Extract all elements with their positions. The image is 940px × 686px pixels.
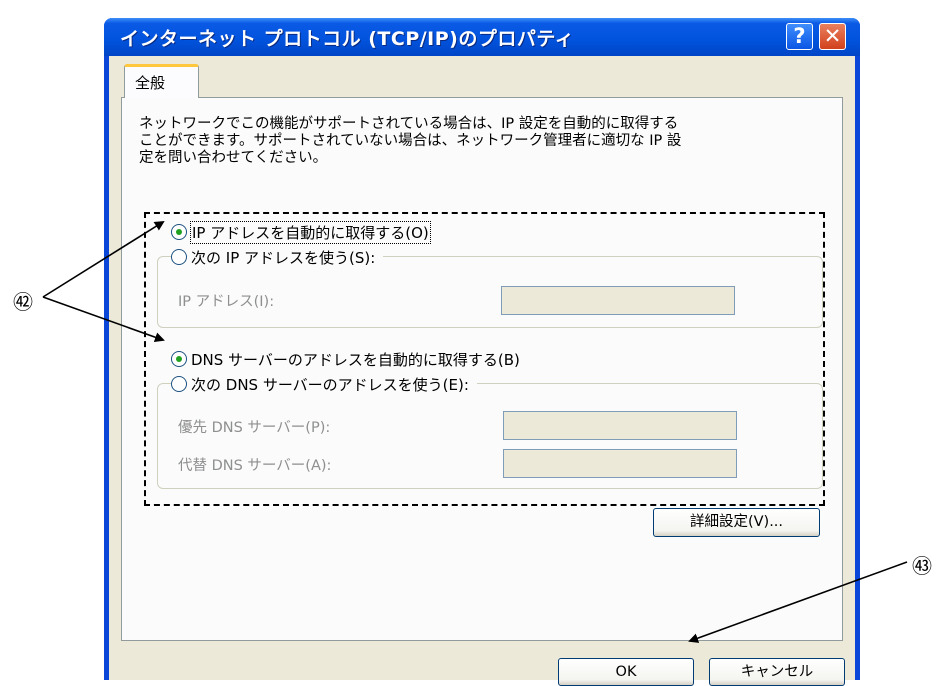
arrow-to-ip-auto <box>42 220 165 298</box>
tab-general[interactable]: 全般 <box>124 64 199 98</box>
arrow-to-dns-auto <box>42 296 165 343</box>
arrow-to-ok <box>688 561 908 643</box>
callout-arrows <box>42 220 908 643</box>
